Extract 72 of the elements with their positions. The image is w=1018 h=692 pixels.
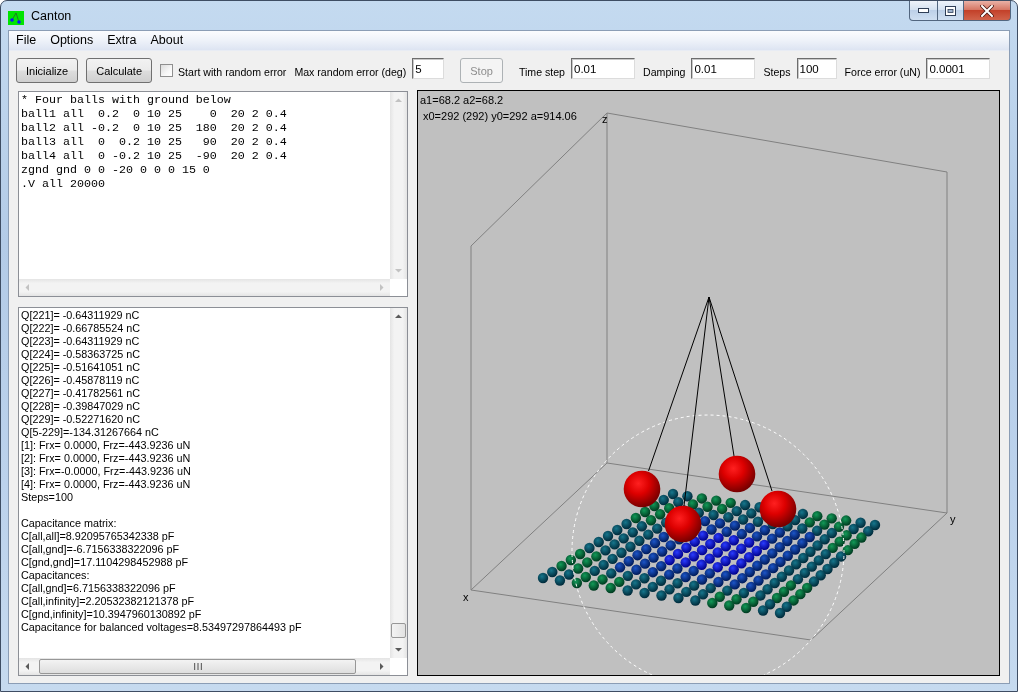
code-line: .V all 20000 [21,177,106,191]
scrollbar-thumb[interactable] [391,623,406,638]
output-line: Q[5-229]=-134.31267664 nC [21,426,160,439]
pendulum-ball [664,505,702,543]
axis-label: z [602,113,608,125]
minimize-button[interactable] [909,1,938,21]
input-field[interactable]: 0.0001 [926,58,991,79]
output-line: C[gnd,infinity]=10.3947960130892 pF [21,608,203,621]
code-line: ball2 all -0.2 0 10 25 180 20 2 0.4 [21,121,288,135]
output-line: [2]: Frx= 0.0000, Frz=-443.9236 uN [21,452,192,465]
app-icon [8,11,24,25]
output-line: C[all,gnd]=-6.7156338322096 pF [21,543,181,556]
output-line: Capacitance matrix: [21,517,118,530]
pendulum-ball [759,490,797,528]
script-editor[interactable] [18,91,408,297]
output-line: Q[229]= -0.52271620 nC [21,413,142,426]
output-line: [4]: Frx= 0.0000, Frz=-443.9236 uN [21,478,192,491]
input-field[interactable]: 5 [412,58,445,79]
output-line: Capacitances: [21,569,91,582]
axis-label: y [950,513,956,525]
angle-readout: a1=68.2 a2=68.2 [420,94,504,106]
pendulum-ball [718,455,756,493]
minimize-icon [918,8,929,13]
menu-item[interactable]: Options [43,31,101,50]
output-line: Q[227]= -0.41782561 nC [21,387,142,400]
output-line: Q[225]= -0.51641051 nC [21,361,142,374]
window-title: Canton [31,9,72,24]
field-label: Damping [643,65,686,79]
toolbar-button[interactable]: Calculate [86,58,153,83]
output-line: C[all,infinity]=2.20532382121378 pF [21,595,196,608]
pendulum-ball [623,470,661,508]
menu-item[interactable]: About [143,31,191,50]
code-line: ball3 all 0 0.2 10 25 90 20 2 0.4 [21,135,288,149]
checkbox-label: Start with random error [178,65,287,79]
output-line: Q[222]= -0.66785524 nC [21,322,142,335]
output-line: Steps=100 [21,491,74,504]
field-label: Time step [518,65,565,79]
output-line: C[all,gnd]=6.7156338322096 pF [21,582,177,595]
output-line: Q[226]= -0.45878119 nC [21,374,141,387]
axis-label: x [463,591,469,603]
vertical-scrollbar[interactable] [390,308,407,658]
horizontal-scrollbar[interactable] [19,658,390,675]
code-line: ball4 all 0 -0.2 10 25 -90 20 2 0.4 [21,149,288,163]
output-line: C[gnd,gnd]=17.1104298452988 pF [21,556,189,569]
scrollbar-thumb[interactable] [39,659,356,674]
output-line: C[all,all]=8.92095765342338 pF [21,530,176,543]
output-line: Q[224]= -0.58363725 nC [21,348,142,361]
output-line: [1]: Frx= 0.0000, Frz=-443.9236 uN [21,439,192,452]
close-icon [980,4,994,17]
close-button[interactable] [963,1,1011,21]
output-line: Q[228]= -0.39847029 nC [21,400,142,413]
field-label: Force error (uN) [844,65,921,79]
origin-readout: x0=292 (292) y0=292 a=914.06 [423,110,577,122]
toolbar-button[interactable]: Inicialize [16,58,79,83]
output-line: [3]: Frx=-0.0000, Frz=-443.9236 uN [21,465,192,478]
maximize-button[interactable] [937,1,964,21]
output-line: Capacitance for balanced voltages=8.53497297864493 pF [21,621,303,634]
code-line: * Four balls with ground below [21,93,232,107]
code-line: ball1 all 0.2 0 10 25 0 20 2 0.4 [21,107,288,121]
input-field[interactable]: 0.01 [691,58,756,79]
output-line: Q[221]= -0.64311929 nC [21,309,141,322]
field-label: Max random error (deg) [294,65,407,79]
checkbox[interactable] [160,64,174,77]
input-field[interactable]: 100 [796,58,837,79]
output-line: Q[223]= -0.64311929 nC [21,335,141,348]
code-line: zgnd gnd 0 0 -20 0 0 0 15 0 [21,163,211,177]
grip-icon [193,663,202,670]
field-label: Steps [763,65,791,79]
maximize-icon [945,5,956,16]
input-field[interactable]: 0.01 [571,58,635,79]
menu-item[interactable]: File [9,31,44,50]
menu-item[interactable]: Extra [100,31,144,50]
